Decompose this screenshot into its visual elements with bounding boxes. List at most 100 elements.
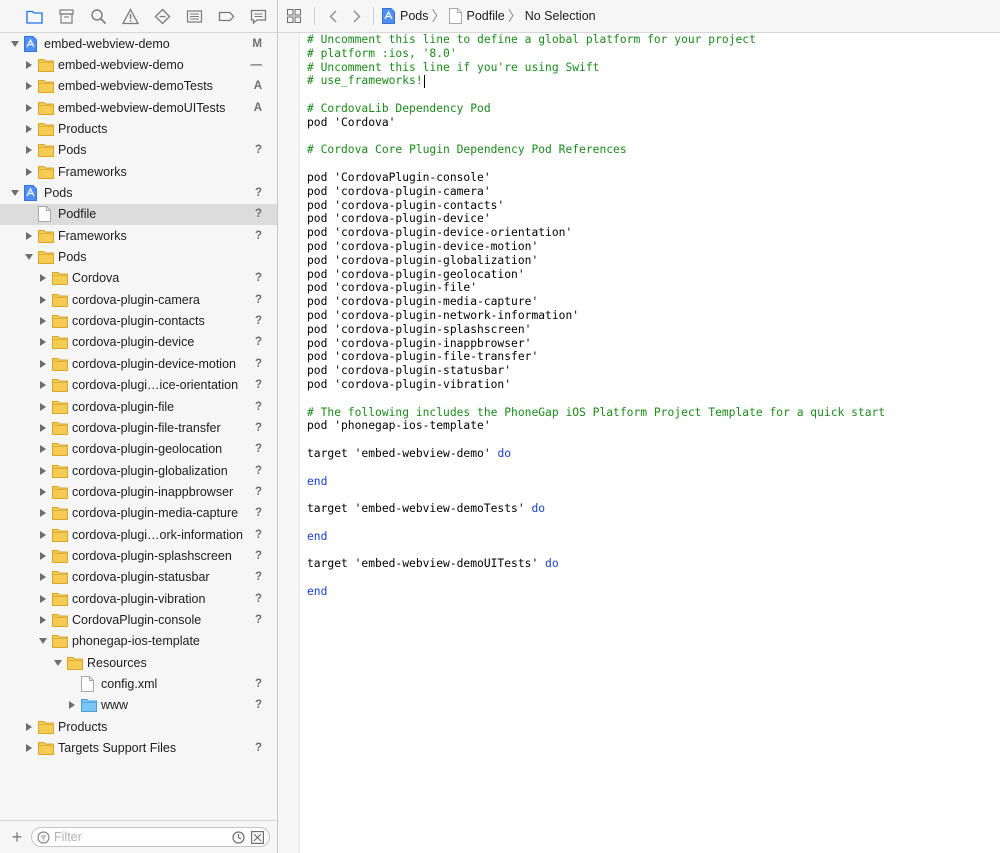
disclosure-closed-icon[interactable] (38, 615, 48, 625)
tree-row[interactable]: CordovaPlugin-console? (0, 609, 277, 630)
debug-navigator-tab[interactable] (178, 0, 210, 33)
tree-row[interactable]: Pods? (0, 182, 277, 203)
disclosure-open-icon[interactable] (24, 252, 34, 262)
code-line: pod 'cordova-plugin-file-transfer' (307, 350, 997, 364)
code-area[interactable]: # Uncomment this line to define a global… (307, 33, 997, 599)
forward-button[interactable] (345, 0, 369, 33)
disclosure-closed-icon[interactable] (38, 273, 48, 283)
disclosure-closed-icon[interactable] (24, 103, 34, 113)
tree-row[interactable]: cordova-plugin-contacts? (0, 310, 277, 331)
tree-row[interactable]: cordova-plugin-globalization? (0, 460, 277, 481)
project-navigator-tab[interactable] (18, 0, 50, 33)
disclosure-open-icon[interactable] (10, 188, 20, 198)
tree-row[interactable]: config.xml? (0, 673, 277, 694)
disclosure-closed-icon[interactable] (38, 337, 48, 347)
disclosure-open-icon[interactable] (10, 39, 20, 49)
tree-row[interactable]: Products (0, 716, 277, 737)
tree-row[interactable]: Frameworks? (0, 225, 277, 246)
disclosure-closed-icon[interactable] (67, 700, 77, 710)
disclosure-closed-icon[interactable] (38, 295, 48, 305)
tree-row[interactable]: embed-webview-demo M (0, 33, 277, 54)
tree-row[interactable]: Resources (0, 652, 277, 673)
tree-row[interactable]: cordova-plugin-device-motion? (0, 353, 277, 374)
source-control-navigator-tab[interactable] (50, 0, 82, 33)
disclosure-closed-icon[interactable] (24, 124, 34, 134)
tree-row[interactable]: embed-webview-demoUITests A (0, 97, 277, 118)
tree-row[interactable]: Cordova? (0, 268, 277, 289)
tree-row[interactable]: cordova-plugin-file? (0, 396, 277, 417)
source-control-filter-icon[interactable] (251, 831, 264, 844)
disclosure-closed-icon[interactable] (38, 402, 48, 412)
source-control-status-badge: ? (254, 144, 262, 157)
breadcrumb-podfile[interactable]: Podfile (448, 8, 505, 24)
disclosure-closed-icon[interactable] (38, 359, 48, 369)
filter-input[interactable] (54, 829, 224, 845)
disclosure-closed-icon[interactable] (38, 466, 48, 476)
disclosure-open-icon[interactable] (38, 636, 48, 646)
disclosure-closed-icon[interactable] (24, 81, 34, 91)
tree-row[interactable]: cordova-plugin-geolocation? (0, 439, 277, 460)
filter-icon (37, 831, 50, 844)
disclosure-closed-icon[interactable] (38, 572, 48, 582)
tree-row[interactable]: Frameworks (0, 161, 277, 182)
folder-icon (38, 250, 54, 265)
disclosure-closed-icon[interactable] (24, 167, 34, 177)
disclosure-closed-icon[interactable] (24, 60, 34, 70)
breadcrumb-no-selection[interactable]: No Selection (525, 9, 596, 23)
tree-row[interactable]: embed-webview-demoTests A (0, 76, 277, 97)
disclosure-closed-icon[interactable] (38, 594, 48, 604)
source-editor[interactable]: # Uncomment this line to define a global… (278, 33, 1000, 853)
tree-row[interactable]: cordova-plugi…ork-information? (0, 524, 277, 545)
tree-row[interactable]: cordova-plugin-splashscreen? (0, 545, 277, 566)
source-control-status-badge: A (253, 101, 262, 114)
tree-row[interactable]: Pods (0, 246, 277, 267)
tree-row[interactable]: cordova-plugi…ice-orientation? (0, 375, 277, 396)
tree-row[interactable]: embed-webview-demo — (0, 54, 277, 75)
recent-files-icon[interactable] (232, 831, 245, 844)
tree-row[interactable]: Products (0, 118, 277, 139)
disclosure-closed-icon[interactable] (38, 551, 48, 561)
find-navigator-tab[interactable] (82, 0, 114, 33)
code-text: # The following includes the PhoneGap iO… (307, 405, 886, 419)
disclosure-closed-icon[interactable] (38, 423, 48, 433)
disclosure-closed-icon[interactable] (24, 145, 34, 155)
tree-row[interactable]: cordova-plugin-vibration? (0, 588, 277, 609)
disclosure-closed-icon[interactable] (38, 380, 48, 390)
issue-navigator-tab[interactable] (114, 0, 146, 33)
tree-row[interactable]: cordova-plugin-inappbrowser? (0, 481, 277, 502)
breadcrumb-pods[interactable]: Pods (382, 8, 429, 24)
disclosure-closed-icon[interactable] (38, 508, 48, 518)
disclosure-closed-icon[interactable] (38, 316, 48, 326)
breakpoint-navigator-tab[interactable] (210, 0, 242, 33)
tree-row[interactable]: phonegap-ios-template (0, 631, 277, 652)
code-line: pod 'CordovaPlugin-console' (307, 171, 997, 185)
code-line: end (307, 475, 997, 489)
tree-row[interactable]: Pods? (0, 140, 277, 161)
related-items-button[interactable] (280, 0, 308, 33)
filter-field[interactable] (31, 827, 270, 847)
tree-row[interactable]: cordova-plugin-file-transfer? (0, 417, 277, 438)
folder-icon (52, 485, 68, 499)
test-navigator-tab[interactable] (146, 0, 178, 33)
add-file-button[interactable]: + (9, 828, 25, 846)
disclosure-closed-icon[interactable] (24, 231, 34, 241)
tree-row[interactable]: cordova-plugin-device? (0, 332, 277, 353)
disclosure-closed-icon[interactable] (24, 743, 34, 753)
folder-icon (52, 442, 68, 457)
code-line: pod 'phonegap-ios-template' (307, 419, 997, 433)
disclosure-open-icon[interactable] (53, 658, 63, 668)
tree-row[interactable]: cordova-plugin-statusbar? (0, 567, 277, 588)
back-button[interactable] (321, 0, 345, 33)
tree-row[interactable]: cordova-plugin-camera? (0, 289, 277, 310)
disclosure-closed-icon[interactable] (38, 487, 48, 497)
tree-row[interactable]: Podfile? (0, 203, 277, 226)
tree-row[interactable]: www? (0, 695, 277, 716)
report-navigator-tab[interactable] (242, 0, 274, 33)
source-control-status-badge: ? (254, 677, 262, 690)
disclosure-closed-icon[interactable] (38, 530, 48, 540)
code-keyword: do (497, 446, 512, 460)
tree-row[interactable]: cordova-plugin-media-capture? (0, 503, 277, 524)
disclosure-closed-icon[interactable] (38, 444, 48, 454)
tree-row[interactable]: Targets Support Files? (0, 737, 277, 758)
disclosure-closed-icon[interactable] (24, 722, 34, 732)
